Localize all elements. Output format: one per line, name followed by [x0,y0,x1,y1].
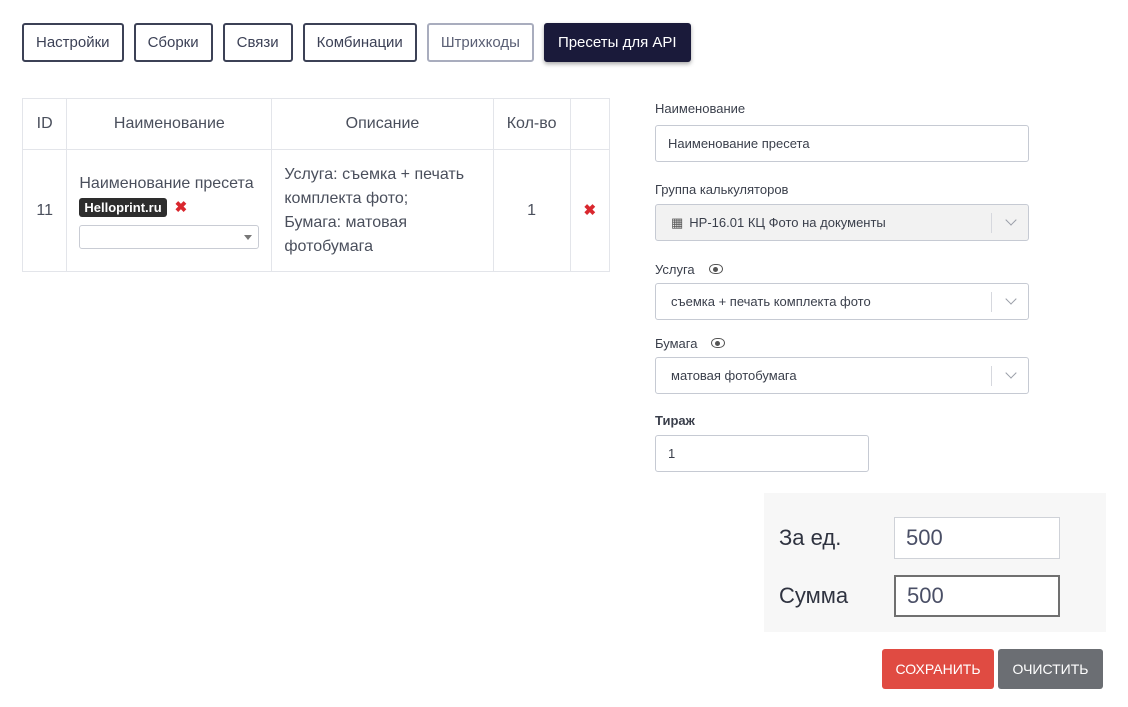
totals-panel: За ед. 500 Сумма 500 [764,493,1106,632]
tab-links[interactable]: Связи [222,23,293,62]
save-button[interactable]: Сохранить [882,649,994,689]
unit-price-row: За ед. 500 [779,517,1060,559]
description-line: Услуга: съемка + печать комплекта фото; [284,165,465,207]
clear-button[interactable]: Очистить [998,649,1103,689]
paper-value: матовая фотобумага [671,368,797,383]
service-label-text: Услуга [655,261,695,277]
delete-row-icon[interactable]: ✖ [583,202,596,219]
table-header-row: ID Наименование Описание Кол-во [21,98,611,150]
description-line: Бумага: матовая фотобумага [284,213,407,255]
sum-row: Сумма 500 [779,575,1060,617]
chevron-down-icon [1005,214,1017,226]
run-label-text: Тираж [655,412,695,428]
calculator-group-value: HP-16.01 КЦ Фото на документы [689,215,886,230]
group-label: Группа калькуляторов [655,181,1029,197]
tab-assemblies[interactable]: Сборки [133,23,213,62]
row-description: Услуга: съемка + печать комплекта фото; … [271,149,494,272]
preset-form: Наименование Наименование пресета Группа… [655,100,1029,472]
sum-label: Сумма [779,583,849,608]
client-tag: Helloprint.ru [79,197,167,217]
name-label: Наименование [655,100,1029,116]
presets-table: ID Наименование Описание Кол-во 11 Наиме… [21,98,611,272]
header-id: ID [21,98,68,150]
row-name-cell: Наименование пресета Helloprint.ru ✖ [66,149,273,272]
tab-barcodes[interactable]: Штрихкоды [426,23,534,62]
row-id: 11 [21,149,68,272]
chevron-down-icon [1005,367,1017,379]
tab-combinations[interactable]: Комбинации [302,23,417,62]
group-label-text: Группа калькуляторов [655,181,789,197]
tab-bar: Настройки Сборки Связи Комбинации Штрихк… [22,23,691,62]
calculator-icon: ▦ [671,214,684,230]
header-name: Наименование [66,98,273,150]
table-row[interactable]: 11 Наименование пресета Helloprint.ru ✖ … [21,149,611,272]
chevron-down-icon [1005,293,1017,305]
caret-down-icon [244,234,253,240]
service-value: съемка + печать комплекта фото [671,294,871,309]
paper-label-text: Бумага [655,335,698,351]
paper-select[interactable]: матовая фотобумага [655,357,1029,394]
run-label: Тираж [655,412,1029,428]
header-description: Описание [271,98,494,150]
tab-api-presets[interactable]: Пресеты для API [543,23,691,62]
header-actions [569,98,611,150]
row-name: Наименование пресета [79,174,254,192]
tag-select[interactable] [79,224,260,249]
service-label: Услуга [655,261,1029,277]
run-input[interactable]: 1 [655,435,869,472]
select-separator [991,366,992,386]
eye-icon[interactable] [711,338,726,348]
name-input[interactable]: Наименование пресета [655,125,1029,162]
row-actions: ✖ [569,149,611,272]
name-label-text: Наименование [655,100,746,116]
calculator-group-select[interactable]: ▦ HP-16.01 КЦ Фото на документы [655,204,1029,241]
remove-tag-icon[interactable]: ✖ [175,198,188,216]
unit-price-input[interactable]: 500 [894,517,1060,559]
header-qty: Кол-во [492,98,571,150]
select-separator [991,213,992,233]
tag-row: Helloprint.ru ✖ [79,197,259,217]
eye-icon[interactable] [708,264,723,274]
sum-input[interactable]: 500 [894,575,1060,617]
paper-label: Бумага [655,335,1029,351]
tab-settings[interactable]: Настройки [22,23,124,62]
unit-price-label: За ед. [779,525,842,550]
select-separator [991,292,992,312]
service-select[interactable]: съемка + печать комплекта фото [655,283,1029,320]
row-qty: 1 [492,149,571,272]
